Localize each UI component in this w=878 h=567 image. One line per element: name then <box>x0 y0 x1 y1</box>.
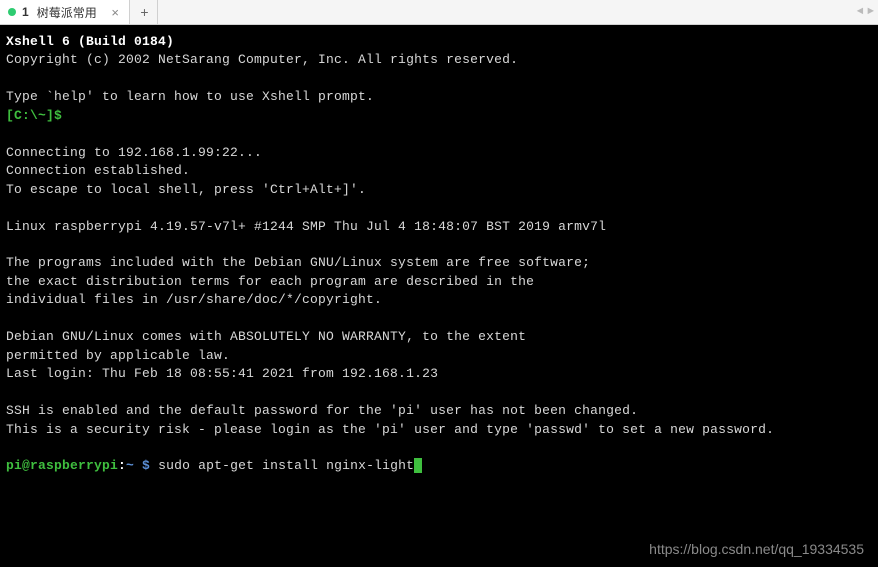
tab-bar: 1 树莓派常用 × + ◄ ► <box>0 0 878 25</box>
shell-command: sudo apt-get install nginx-light <box>150 458 414 473</box>
add-tab-button[interactable]: + <box>130 0 158 24</box>
ssh-warning-line: SSH is enabled and the default password … <box>6 403 638 418</box>
uname-line: Linux raspberrypi 4.19.57-v7l+ #1244 SMP… <box>6 219 606 234</box>
terminal-output[interactable]: Xshell 6 (Build 0184) Copyright (c) 2002… <box>0 25 878 482</box>
prev-tab-icon[interactable]: ◄ <box>857 6 864 18</box>
motd-line: individual files in /usr/share/doc/*/cop… <box>6 292 382 307</box>
copyright-line: Copyright (c) 2002 NetSarang Computer, I… <box>6 52 518 67</box>
shell-prompt-user: pi@raspberrypi <box>6 458 118 473</box>
tab-session-1[interactable]: 1 树莓派常用 × <box>0 0 130 24</box>
tab-title: 树莓派常用 <box>37 4 97 21</box>
plus-icon: + <box>140 4 148 20</box>
banner-line: Xshell 6 (Build 0184) <box>6 34 174 49</box>
watermark-text: https://blog.csdn.net/qq_19334535 <box>649 541 864 557</box>
motd-line: the exact distribution terms for each pr… <box>6 274 534 289</box>
connecting-line: Connecting to 192.168.1.99:22... <box>6 145 262 160</box>
help-line: Type `help' to learn how to use Xshell p… <box>6 89 374 104</box>
ssh-warning-line: This is a security risk - please login a… <box>6 422 774 437</box>
shell-prompt-sep: : <box>118 458 126 473</box>
tab-nav-arrows: ◄ ► <box>857 0 874 24</box>
motd-line: Debian GNU/Linux comes with ABSOLUTELY N… <box>6 329 526 344</box>
motd-line: The programs included with the Debian GN… <box>6 255 590 270</box>
status-dot-icon <box>8 8 16 16</box>
local-prompt: [C:\~]$ <box>6 108 62 123</box>
next-tab-icon[interactable]: ► <box>867 6 874 18</box>
cursor-icon <box>414 458 422 473</box>
last-login-line: Last login: Thu Feb 18 08:55:41 2021 fro… <box>6 366 438 381</box>
close-icon[interactable]: × <box>107 5 123 20</box>
tab-index: 1 <box>22 5 29 19</box>
motd-line: permitted by applicable law. <box>6 348 230 363</box>
escape-line: To escape to local shell, press 'Ctrl+Al… <box>6 182 366 197</box>
established-line: Connection established. <box>6 163 190 178</box>
shell-prompt-path: ~ $ <box>126 458 150 473</box>
